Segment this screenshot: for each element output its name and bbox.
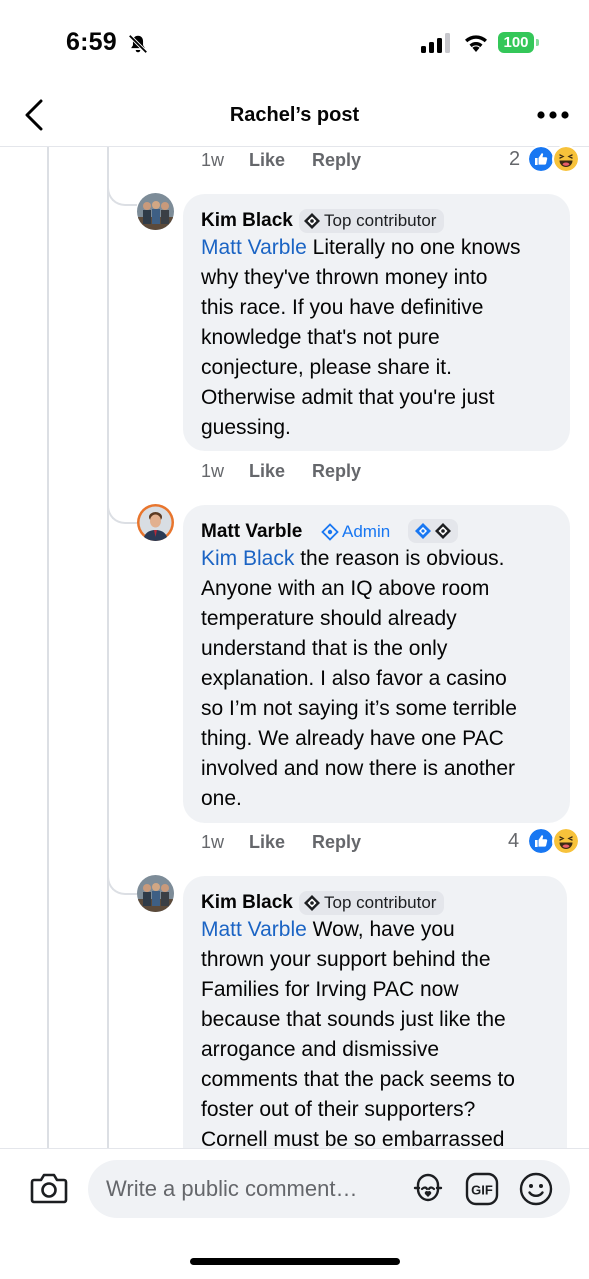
like-button[interactable]: Like <box>249 150 285 171</box>
badge-label: Top contributor <box>324 211 437 230</box>
comment-author[interactable]: Kim Black <box>201 210 293 232</box>
svg-text:GIF: GIF <box>471 1183 493 1198</box>
reply-button[interactable]: Reply <box>312 150 361 171</box>
haha-reaction-icon <box>552 145 580 173</box>
home-indicator <box>190 1258 400 1265</box>
top-contributor-icon <box>304 895 320 911</box>
comment-time: 1w <box>201 461 225 481</box>
mention-link[interactable]: Kim Black <box>201 547 294 570</box>
avatar[interactable] <box>137 193 174 230</box>
top-contributor-icon <box>435 523 451 539</box>
admin-badge[interactable]: Admin <box>321 522 390 542</box>
comment-text: Matt Varble Wow, have you thrown your su… <box>201 918 515 1151</box>
comment-author[interactable]: Matt Varble <box>201 521 302 543</box>
haha-reaction-icon <box>552 827 580 855</box>
thread-line-outer <box>47 147 49 1150</box>
page-title: Rachel’s post <box>229 104 360 126</box>
reply-button[interactable]: Reply <box>312 832 361 853</box>
thread-connector <box>107 867 137 895</box>
status-time: 6:59 <box>66 28 117 56</box>
emoji-icon[interactable] <box>518 1171 554 1207</box>
like-reaction-icon <box>527 145 555 173</box>
reaction-count[interactable]: 2 <box>509 148 520 171</box>
mention-link[interactable]: Matt Varble <box>201 918 307 941</box>
mention-link[interactable]: Matt Varble <box>201 236 307 259</box>
reaction-count[interactable]: 4 <box>508 830 519 853</box>
avatar[interactable] <box>137 504 174 541</box>
badge-label: Admin <box>342 522 391 541</box>
battery-icon: 100 <box>498 32 540 54</box>
bell-slash-icon <box>128 34 148 54</box>
top-contributor-icon <box>304 213 320 229</box>
avatar[interactable] <box>137 875 174 912</box>
badges-group[interactable] <box>408 519 458 543</box>
more-icon[interactable] <box>536 110 570 120</box>
gif-icon[interactable]: GIF <box>464 1171 500 1207</box>
badge-label: Top contributor <box>324 893 437 912</box>
thread-connector <box>107 496 137 524</box>
wifi-icon <box>465 35 487 52</box>
comment-time: 1w <box>201 150 225 170</box>
comment-text: Matt Varble Literally no one knows why t… <box>201 236 521 439</box>
like-button[interactable]: Like <box>249 832 285 853</box>
signal-icon <box>421 33 450 53</box>
admin-icon <box>415 523 431 539</box>
comment-time: 1w <box>201 832 225 852</box>
comment-text: Kim Black the reason is obvious. Anyone … <box>201 547 517 810</box>
header-divider <box>0 146 589 147</box>
camera-icon[interactable] <box>30 1170 68 1206</box>
like-reaction-icon <box>527 827 555 855</box>
comment-author[interactable]: Kim Black <box>201 892 293 914</box>
thread-line-inner <box>107 147 109 1150</box>
reply-button[interactable]: Reply <box>312 461 361 482</box>
top-contributor-badge[interactable]: Top contributor <box>299 209 445 233</box>
like-button[interactable]: Like <box>249 461 285 482</box>
comment-input-placeholder[interactable]: Write a public comment… <box>106 1176 357 1202</box>
thread-connector <box>107 178 137 206</box>
avatar-sticker-icon[interactable] <box>410 1171 446 1207</box>
admin-icon <box>321 523 339 541</box>
battery-level: 100 <box>503 34 529 51</box>
top-contributor-badge[interactable]: Top contributor <box>299 891 445 915</box>
